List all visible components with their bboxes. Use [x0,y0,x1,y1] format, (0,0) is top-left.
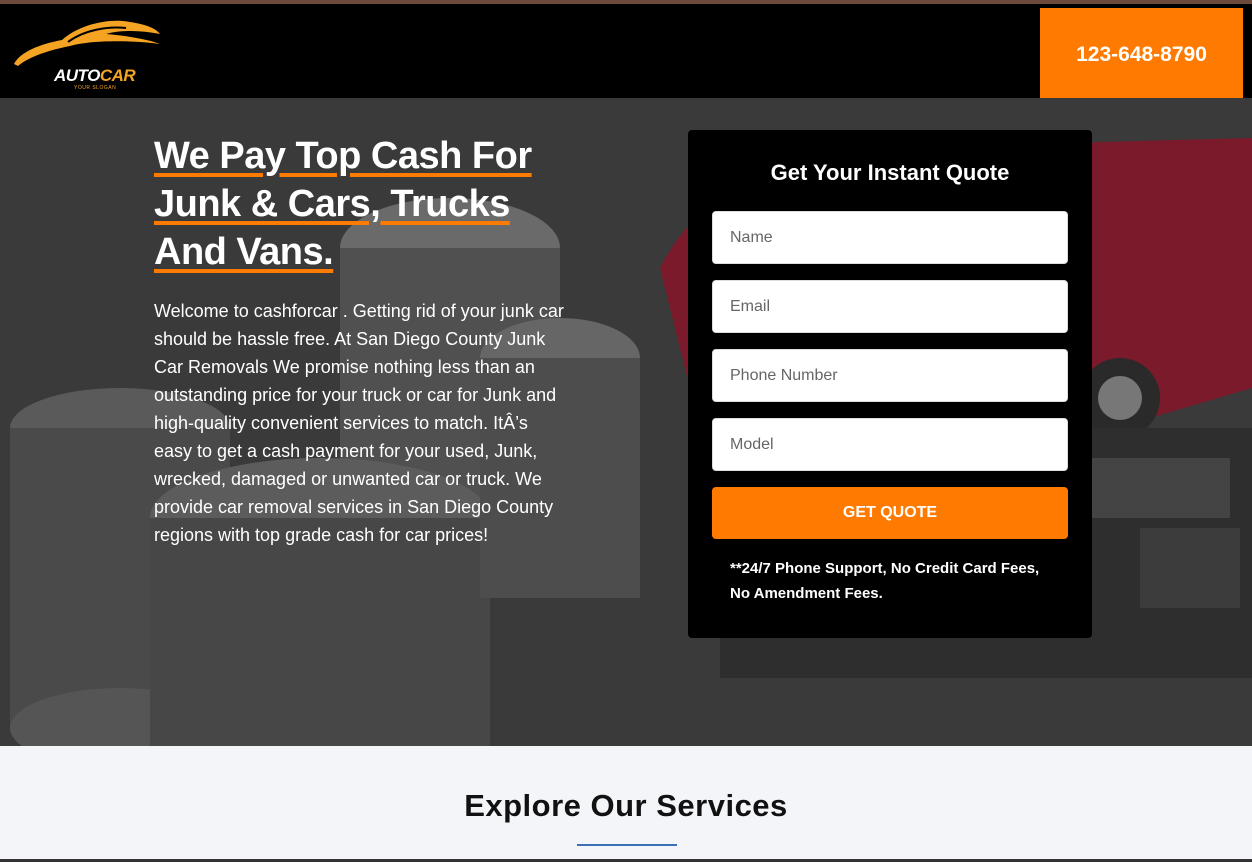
hero-headline: We Pay Top Cash For Junk & Cars, Trucks … [154,132,574,276]
model-input[interactable] [712,418,1068,471]
logo-wordmark: AUTOCAR [54,66,136,85]
services-title-underline [577,844,677,846]
quote-form-title: Get Your Instant Quote [770,160,1010,185]
phone-number-input[interactable] [712,349,1068,402]
phone-number-button[interactable]: 123-648-8790 [1040,8,1243,102]
get-quote-button[interactable]: GET QUOTE [712,487,1068,539]
headline-line-2: Junk & Cars, Trucks [154,183,510,225]
quote-form: Get Your Instant Quote GET QUOTE **24/7 … [688,130,1092,638]
hero-section: We Pay Top Cash For Junk & Cars, Trucks … [0,98,1252,746]
support-note: **24/7 Phone Support, No Credit Card Fee… [730,560,1040,602]
phone-number: 123-648-8790 [1076,43,1207,66]
services-title: Explore Our Services [464,788,788,823]
headline-line-1: We Pay Top Cash For [154,135,532,177]
email-input[interactable] [712,280,1068,333]
services-section: Explore Our Services [0,746,1252,862]
hero-intro-text: Welcome to cashforcar . Getting rid of y… [154,301,564,545]
name-input[interactable] [712,211,1068,264]
site-header: AUTOCAR YOUR SLOGAN 123-648-8790 [0,4,1252,102]
headline-line-3: And Vans. [154,231,334,273]
logo-slogan: YOUR SLOGAN [74,85,117,91]
autocar-logo[interactable]: AUTOCAR YOUR SLOGAN [10,14,165,91]
